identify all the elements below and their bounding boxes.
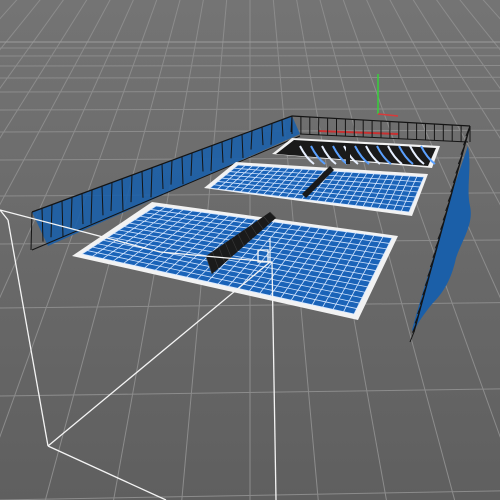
viewport-canvas[interactable] (0, 0, 500, 500)
far-court-net (346, 144, 350, 164)
3d-viewport[interactable] (0, 0, 500, 500)
